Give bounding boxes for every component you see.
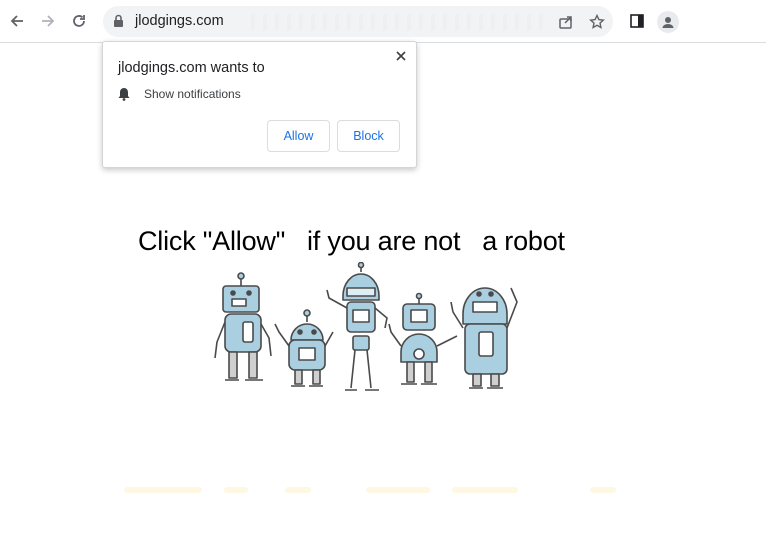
notification-permission-popup: jlodgings.com wants to Show notification… bbox=[102, 41, 417, 168]
bookmark-star-icon[interactable] bbox=[587, 12, 607, 32]
popup-title: jlodgings.com wants to bbox=[118, 60, 265, 76]
faint-artifact bbox=[124, 487, 202, 493]
address-bar[interactable]: jlodgings.com bbox=[103, 6, 613, 37]
lock-icon[interactable] bbox=[113, 14, 124, 33]
allow-button[interactable]: Allow bbox=[267, 120, 330, 152]
forward-icon bbox=[42, 15, 55, 27]
robot-illustration-3 bbox=[326, 262, 388, 391]
reload-icon bbox=[73, 15, 85, 27]
bell-icon bbox=[118, 88, 130, 101]
faint-artifact bbox=[224, 487, 248, 493]
address-bar-background bbox=[243, 14, 543, 30]
back-button[interactable] bbox=[3, 7, 31, 35]
robot-illustration-1 bbox=[214, 272, 272, 381]
robot-illustration-4 bbox=[388, 292, 458, 385]
robot-illustration-5 bbox=[450, 287, 518, 389]
faint-artifact bbox=[366, 487, 430, 493]
permission-row: Show notifications bbox=[118, 87, 241, 101]
permission-label: Show notifications bbox=[144, 87, 241, 101]
profile-icon[interactable] bbox=[657, 11, 679, 33]
robot-illustration-2 bbox=[274, 309, 334, 387]
back-icon bbox=[10, 15, 23, 27]
reload-button[interactable] bbox=[65, 7, 93, 35]
browser-toolbar: jlodgings.com bbox=[0, 0, 766, 43]
url-text[interactable]: jlodgings.com bbox=[135, 13, 224, 29]
faint-artifact bbox=[590, 487, 616, 493]
faint-artifact bbox=[285, 487, 311, 493]
page-headline: Click "Allow" if you are not a robot bbox=[138, 226, 565, 256]
side-panel-icon[interactable] bbox=[626, 10, 648, 32]
close-icon[interactable] bbox=[393, 48, 409, 64]
faint-artifact bbox=[452, 487, 518, 493]
robots-illustration bbox=[214, 262, 518, 391]
block-button[interactable]: Block bbox=[337, 120, 400, 152]
forward-button[interactable] bbox=[34, 7, 62, 35]
share-icon[interactable] bbox=[556, 12, 576, 32]
